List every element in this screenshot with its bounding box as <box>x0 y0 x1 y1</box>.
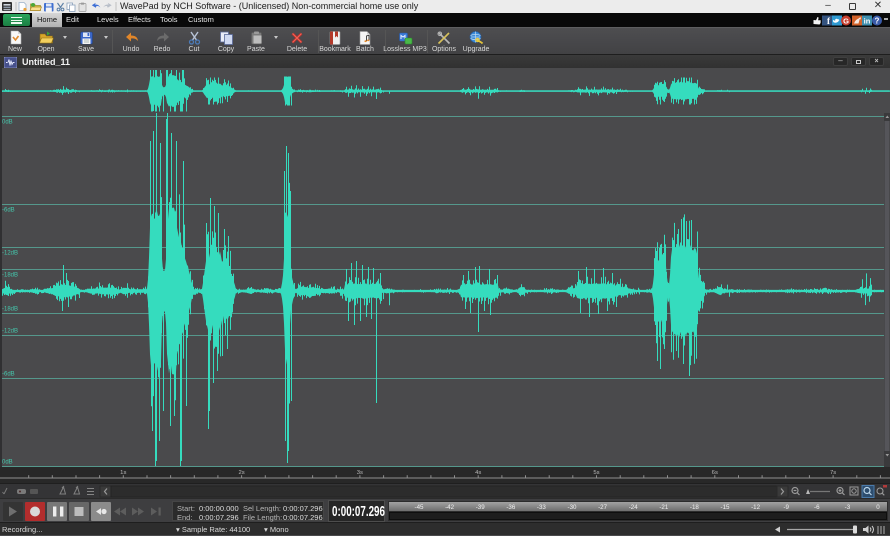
svg-text:3s: 3s <box>357 470 363 476</box>
svg-text:-30: -30 <box>568 504 578 511</box>
svg-text:4s: 4s <box>475 470 481 476</box>
svg-text:-18dB: -18dB <box>2 273 18 279</box>
svg-text:-12dB: -12dB <box>2 251 18 257</box>
svg-text:-6dB: -6dB <box>2 208 15 214</box>
svg-text:-15: -15 <box>721 504 731 511</box>
svg-text:-45: -45 <box>415 504 425 511</box>
svg-text:-12dB: -12dB <box>2 329 18 335</box>
svg-text:-24: -24 <box>629 504 639 511</box>
svg-text:-33: -33 <box>537 504 547 511</box>
svg-text:-27: -27 <box>598 504 608 511</box>
svg-text:-36: -36 <box>506 504 516 511</box>
svg-text:-6: -6 <box>814 504 820 511</box>
svg-text:2s: 2s <box>238 470 244 476</box>
svg-text:6s: 6s <box>712 470 718 476</box>
svg-text:0: 0 <box>876 504 880 511</box>
svg-text:5s: 5s <box>593 470 599 476</box>
svg-text:-12: -12 <box>751 504 761 511</box>
svg-text:-6dB: -6dB <box>2 372 15 378</box>
svg-text:0dB: 0dB <box>2 460 13 466</box>
svg-text:-3: -3 <box>845 504 851 511</box>
svg-text:-21: -21 <box>659 504 669 511</box>
svg-text:0dB: 0dB <box>2 120 13 126</box>
svg-text:7s: 7s <box>830 470 836 476</box>
svg-text:1s: 1s <box>120 470 126 476</box>
svg-text:-18: -18 <box>690 504 700 511</box>
svg-text:-39: -39 <box>476 504 486 511</box>
svg-text:-9: -9 <box>783 504 789 511</box>
svg-text:-42: -42 <box>445 504 455 511</box>
svg-text:-18dB: -18dB <box>2 307 18 313</box>
